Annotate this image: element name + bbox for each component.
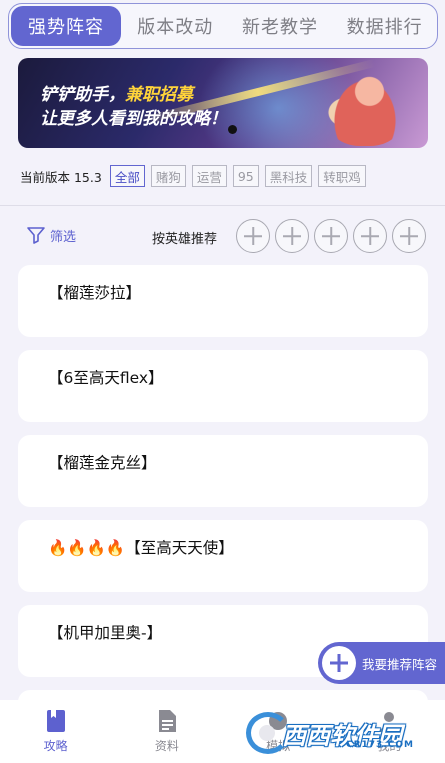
site-watermark: 西西软件园 CR173.COM [246, 712, 428, 754]
add-hero-slot[interactable] [353, 219, 387, 253]
version-filter-row: 当前版本 15.3 全部 赌狗 运营 95 黑科技 转职鸡 [20, 164, 366, 188]
hero-slot-row [236, 219, 426, 253]
funnel-icon [27, 227, 45, 244]
lineup-card[interactable]: 🔥🔥🔥🔥【至高天天使】 [18, 520, 428, 592]
document-icon [158, 710, 176, 732]
nav-label: 资料 [154, 739, 179, 753]
tab-strong-lineups[interactable]: 强势阵容 [11, 6, 121, 46]
hero-recommend-label: 按英雄推荐 [152, 232, 218, 247]
filter-button[interactable]: 筛选 [26, 225, 76, 245]
lineup-title: 【榴莲莎拉】 [48, 284, 142, 302]
banner-subline: 让更多人看到我的攻略！ [40, 109, 227, 129]
lineup-title: 【6至高天flex】 [48, 369, 164, 387]
lineup-card[interactable]: 【榴莲金克丝】 [18, 435, 428, 507]
section-divider [0, 205, 445, 206]
add-hero-slot[interactable] [314, 219, 348, 253]
recommend-lineup-button[interactable]: 我要推荐阵容 [318, 642, 445, 684]
add-hero-slot[interactable] [236, 219, 270, 253]
nav-item-guide[interactable]: 攻略 [0, 700, 111, 763]
banner-hero-illustration [320, 62, 410, 146]
watermark-subtext: CR173.COM [346, 740, 414, 750]
filter-label: 筛选 [50, 229, 77, 245]
lineup-title: 🔥🔥🔥🔥【至高天天使】 [48, 539, 234, 557]
recommend-lineup-label: 我要推荐阵容 [362, 656, 438, 672]
chip-gamble[interactable]: 赌狗 [150, 165, 186, 187]
lineup-title: 【机甲加里奥-】 [48, 624, 163, 642]
chip-operate[interactable]: 运营 [191, 165, 227, 187]
lineup-card[interactable]: 【6至高天flex】 [18, 350, 428, 422]
book-icon [46, 710, 65, 732]
plus-icon [322, 646, 356, 680]
current-version-label: 当前版本 15.3 [20, 169, 102, 185]
chip-all[interactable]: 全部 [109, 165, 145, 187]
promo-banner[interactable]: 铲铲助手，兼职招募 让更多人看到我的攻略！ [18, 58, 428, 148]
nav-label: 攻略 [43, 739, 68, 753]
add-hero-slot[interactable] [275, 219, 309, 253]
lineup-card[interactable]: 【榴莲莎拉】 [18, 265, 428, 337]
tab-teaching[interactable]: 新老教学 [228, 4, 333, 48]
lineup-title: 【榴莲金克丝】 [48, 454, 157, 472]
chip-95[interactable]: 95 [232, 165, 259, 187]
add-hero-slot[interactable] [392, 219, 426, 253]
top-tab-bar: 强势阵容 版本改动 新老教学 数据排行 [8, 3, 438, 49]
carousel-indicator-dot[interactable] [228, 125, 237, 134]
nav-item-data[interactable]: 资料 [111, 700, 222, 763]
chip-black-tech[interactable]: 黑科技 [264, 165, 313, 187]
chip-class-change[interactable]: 转职鸡 [318, 165, 366, 187]
banner-headline: 铲铲助手，兼职招募 [40, 85, 193, 105]
tab-version-changes[interactable]: 版本改动 [123, 4, 228, 48]
tab-data-ranking[interactable]: 数据排行 [332, 4, 437, 48]
